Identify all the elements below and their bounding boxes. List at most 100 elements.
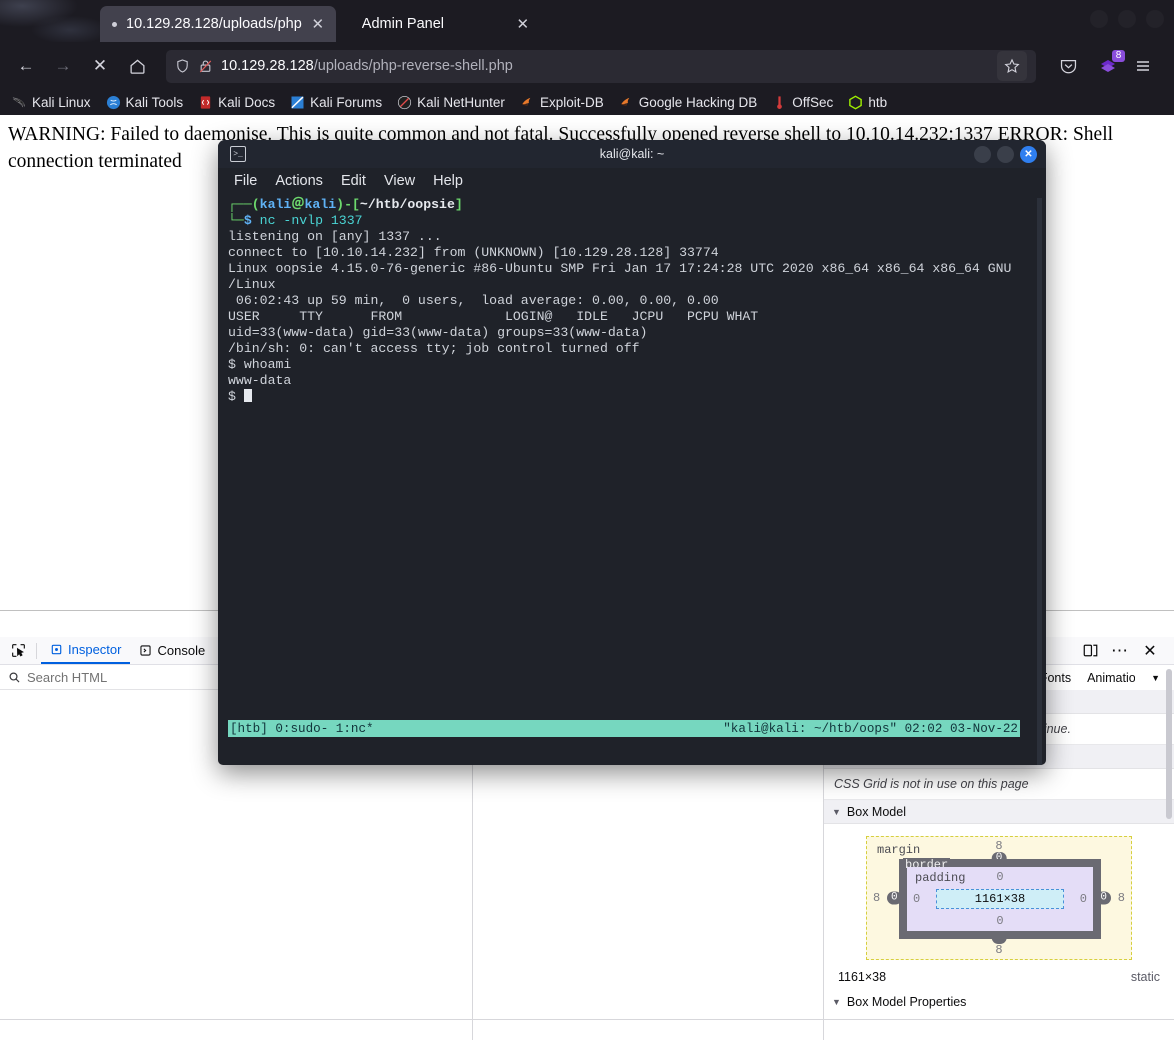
minimize-button[interactable] (1090, 10, 1108, 28)
margin-left-value[interactable]: 8 (873, 891, 880, 905)
google-hacking-db-icon (619, 95, 634, 110)
section-header-box-model[interactable]: ▼ Box Model (824, 800, 1174, 824)
search-input-placeholder[interactable]: Search HTML (27, 670, 107, 685)
padding-right-value[interactable]: 0 (1080, 892, 1087, 906)
bookmark-kali-nethunter[interactable]: Kali NetHunter (391, 93, 511, 112)
extension-icon[interactable]: 8 (1093, 51, 1123, 81)
terminal-cursor (244, 389, 252, 402)
terminal-line: /Linux (228, 277, 275, 292)
screen: 10.129.28.128/uploads/php ✕ Admin Panel … (0, 0, 1174, 1040)
devtools-close-icon[interactable]: ✕ (1140, 641, 1160, 661)
chevron-down-icon: ▼ (832, 807, 841, 817)
bookmark-star-icon[interactable] (997, 51, 1027, 81)
exploit-db-icon (520, 95, 535, 110)
prompt-dollar: $ (244, 213, 252, 228)
menu-edit[interactable]: Edit (334, 172, 373, 190)
kali-docs-icon (198, 95, 213, 110)
bookmark-label: Kali Forums (310, 95, 382, 110)
back-button[interactable]: ← (10, 50, 42, 82)
close-button[interactable] (1146, 10, 1164, 28)
dock-toggle-icon[interactable] (1080, 641, 1100, 661)
tab-close-icon[interactable]: ✕ (513, 14, 533, 34)
padding-top-value[interactable]: 0 (996, 870, 1003, 884)
bookmark-label: htb (868, 95, 887, 110)
prompt-cwd: ~/htb/oopsie (360, 197, 455, 212)
box-model-footer-size: 1161×38 (838, 970, 886, 984)
prompt-host: kali (305, 197, 337, 212)
broken-lock-icon[interactable] (198, 58, 213, 74)
bookmark-kali-forums[interactable]: Kali Forums (284, 93, 388, 112)
bookmark-htb[interactable]: htb (842, 93, 893, 112)
bookmark-kali-linux[interactable]: Kali Linux (6, 93, 97, 112)
terminal-line: 06:02:43 up 59 min, 0 users, load averag… (228, 293, 719, 308)
scrollbar-thumb[interactable] (1166, 669, 1172, 819)
chevron-down-icon[interactable]: ▼ (1151, 673, 1160, 683)
htb-icon (848, 95, 863, 110)
maximize-button[interactable] (1118, 10, 1136, 28)
kali-tools-icon (106, 95, 121, 110)
layout-scrollbar[interactable] (1166, 669, 1172, 1029)
padding-left-value[interactable]: 0 (913, 892, 920, 906)
terminal-line: $ whoami (228, 357, 291, 372)
bookmark-exploit-db[interactable]: Exploit-DB (514, 93, 610, 112)
bookmark-label: Kali Docs (218, 95, 275, 110)
home-button[interactable] (121, 50, 153, 82)
devtools-tab-inspector[interactable]: Inspector (41, 637, 130, 664)
inspector-icon (50, 643, 63, 656)
tmux-status-left: [htb] 0:sudo- 1:nc* (230, 722, 374, 736)
hamburger-menu-icon[interactable] (1127, 50, 1159, 82)
bookmark-kali-tools[interactable]: Kali Tools (100, 93, 190, 112)
bookmark-offsec[interactable]: OffSec (766, 93, 839, 112)
tab-close-icon[interactable]: ✕ (308, 14, 328, 34)
pocket-icon[interactable] (1052, 50, 1084, 82)
bookmark-kali-docs[interactable]: Kali Docs (192, 93, 281, 112)
browser-tab-1[interactable]: 10.129.28.128/uploads/php ✕ (100, 6, 336, 42)
url-text: 10.129.28.128/uploads/php-reverse-shell.… (221, 58, 513, 74)
terminal-window[interactable]: >_ kali@kali: ~ ✕ File Actions Edit View… (218, 140, 1046, 765)
terminal-titlebar[interactable]: >_ kali@kali: ~ ✕ (218, 140, 1046, 168)
margin-top-value[interactable]: 8 (995, 839, 1002, 853)
margin-right-value[interactable]: 8 (1118, 891, 1125, 905)
devtools-tab-console[interactable]: Console (130, 637, 214, 664)
tmux-status-bar: [htb] 0:sudo- 1:nc* "kali@kali: ~/htb/oo… (228, 720, 1020, 737)
toolbar-actions: 8 (1052, 50, 1164, 82)
terminal-menubar: File Actions Edit View Help (218, 168, 1046, 194)
panel-divider (0, 1019, 1174, 1020)
browser-chrome: 10.129.28.128/uploads/php ✕ Admin Panel … (0, 0, 1174, 115)
menu-actions[interactable]: Actions (268, 172, 330, 190)
box-model-diagram[interactable]: margin 8 8 8 8 0 0 0 0 border (824, 824, 1174, 966)
forward-button[interactable]: → (47, 50, 79, 82)
box-model-border-region: border padding 0 0 0 0 1161×38 (899, 859, 1101, 939)
padding-bottom-value[interactable]: 0 (996, 914, 1003, 928)
stop-button[interactable]: ✕ (84, 50, 116, 82)
browser-tab-2[interactable]: Admin Panel ✕ (336, 6, 541, 42)
tab-animations[interactable]: Animations (1087, 671, 1135, 685)
section-title: Box Model Properties (847, 995, 967, 1009)
box-model-padding-region: padding 0 0 0 0 1161×38 (907, 867, 1093, 931)
margin-bottom-value[interactable]: 8 (995, 943, 1002, 957)
menu-file[interactable]: File (227, 172, 264, 190)
tracking-shield-icon[interactable] (175, 58, 190, 74)
bookmark-google-hacking-db[interactable]: Google Hacking DB (613, 93, 764, 112)
window-controls[interactable] (1090, 10, 1164, 28)
terminal-scrollbar[interactable] (1037, 198, 1042, 765)
prompt-user: kali (260, 197, 292, 212)
terminal-line: listening on [any] 1337 ... (228, 229, 442, 244)
terminal-output[interactable]: ┌──(kali＠kali)-[~/htb/oopsie] └─$ nc -nv… (218, 194, 1046, 765)
terminal-line: connect to [10.10.14.232] from (UNKNOWN)… (228, 245, 719, 260)
terminal-line: www-data (228, 373, 291, 388)
devtools-menu-icon[interactable]: ⋯ (1110, 641, 1130, 661)
element-picker-icon[interactable] (4, 639, 32, 663)
devtools-toolbar-buttons: ⋯ ✕ (1080, 641, 1170, 661)
menu-help[interactable]: Help (426, 172, 470, 190)
box-model-margin-label: margin (877, 843, 920, 857)
prompt-decoration: )-[ (336, 197, 360, 212)
url-bar[interactable]: 10.129.28.128/uploads/php-reverse-shell.… (166, 50, 1036, 83)
kali-dragon-icon (12, 95, 27, 110)
bookmark-label: Kali Tools (126, 95, 184, 110)
box-model-padding-label: padding (915, 871, 965, 885)
offsec-icon (772, 95, 787, 110)
section-header-box-model-properties[interactable]: ▼ Box Model Properties (824, 990, 1174, 1014)
menu-view[interactable]: View (377, 172, 422, 190)
box-model-content-size[interactable]: 1161×38 (936, 889, 1064, 909)
